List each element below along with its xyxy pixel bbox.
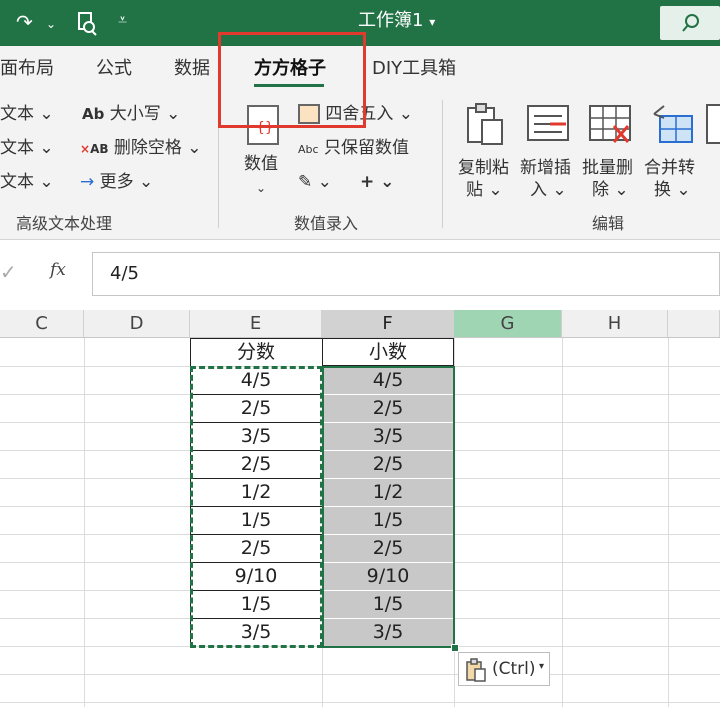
redo-icon[interactable]: ↷ (16, 12, 33, 32)
paste-dropdown-icon: ▾ (539, 661, 545, 672)
clipboard-icon (466, 658, 486, 682)
tab-page-layout[interactable]: 面布局 (0, 58, 54, 80)
merge-convert-label-2-wrap: 换 ⌄ (654, 180, 691, 200)
window-title-text: 工作簿1 (358, 10, 424, 31)
column-header-next[interactable] (668, 310, 720, 338)
header-cell-decimal[interactable]: 小数 (322, 338, 454, 366)
confirm-icon[interactable]: ✓ (0, 260, 17, 284)
copy-paste-button[interactable]: 复制粘 贴 ⌄ (456, 96, 516, 200)
more-label: 更多 (99, 172, 134, 192)
merge-convert-label-1: 合并转 (644, 158, 695, 178)
tab-data[interactable]: 数据 (174, 58, 210, 80)
formula-buttons: ✓ fx (0, 252, 88, 294)
tab-diy-toolbox[interactable]: DIY工具箱 (372, 58, 456, 80)
grid-line (0, 674, 720, 675)
remove-space-icon: ×AB (80, 142, 109, 156)
selection-border (322, 366, 455, 648)
text-menu-2-label: 文本 (0, 138, 34, 158)
print-preview-icon[interactable] (76, 12, 98, 39)
text-menu-1[interactable]: 文本 ⌄ (0, 104, 54, 124)
tab-formulas[interactable]: 公式 (96, 58, 132, 80)
group-label-number: 数值录入 (294, 214, 359, 233)
column-header-c[interactable]: C (0, 310, 84, 338)
redo-dropdown-icon[interactable]: ⌄ (46, 14, 56, 34)
header-cell-fraction[interactable]: 分数 (190, 338, 322, 366)
formula-value: 4/5 (110, 263, 139, 284)
window-title: 工作簿1 ▾ (358, 10, 435, 33)
search-icon (682, 14, 699, 32)
batch-delete-label-2: 除 (592, 180, 609, 200)
edit-icon-button[interactable]: ✎ ⌄ (298, 172, 332, 192)
fill-handle[interactable] (451, 644, 459, 652)
highlight-box (218, 32, 366, 128)
column-header-e[interactable]: E (190, 310, 322, 338)
batch-delete-label-2-wrap: 除 ⌄ (592, 180, 629, 200)
merge-convert-icon (653, 105, 693, 143)
ribbon-separator (442, 100, 443, 228)
merge-convert-label-2: 换 (654, 180, 671, 200)
formula-input[interactable] (92, 252, 720, 296)
value-dropdown-icon: ⌄ (256, 181, 267, 195)
change-case-label: 大小写 (109, 104, 161, 124)
add-button[interactable]: + ⌄ (360, 172, 394, 192)
value-label: 数值 (244, 154, 278, 174)
edit-table-icon: ✎ (298, 172, 313, 192)
change-case-button[interactable]: Ab 大小写 ⌄ (82, 104, 180, 124)
remove-space-button[interactable]: ×AB 删除空格 ⌄ (80, 138, 202, 159)
text-menu-3-label: 文本 (0, 172, 34, 192)
customize-toolbar-icon[interactable]: ⩡ (118, 10, 127, 30)
insert-label-1: 新增插 (520, 158, 571, 178)
paste-icon (467, 103, 503, 145)
column-header-f[interactable]: F (322, 310, 454, 338)
remove-space-label: 删除空格 (113, 138, 182, 158)
insert-function-icon[interactable]: fx (50, 260, 66, 280)
keep-value-button[interactable]: Abc 只保留数值 (298, 138, 409, 160)
column-header-g[interactable]: G (454, 310, 562, 338)
text-menu-3[interactable]: 文本 ⌄ (0, 172, 54, 192)
abc-icon: Abc (298, 143, 319, 156)
search-button[interactable] (660, 6, 720, 40)
group-label-text: 高级文本处理 (16, 214, 113, 233)
text-menu-1-label: 文本 (0, 104, 34, 124)
copy-paste-label-2: 贴 (466, 180, 483, 200)
batch-delete-button[interactable]: 批量删 除 ⌄ (580, 96, 640, 200)
arrow-right-icon: → (80, 172, 95, 192)
more-button[interactable]: → 更多 ⌄ (80, 172, 153, 192)
insert-label-2-wrap: 入 ⌄ (530, 180, 567, 200)
title-dropdown-icon[interactable]: ▾ (429, 15, 435, 29)
more-tools-icon[interactable] (706, 104, 720, 144)
column-header-h[interactable]: H (562, 310, 668, 338)
case-icon: Ab (82, 105, 105, 123)
insert-button[interactable]: 新增插 入 ⌄ (518, 96, 578, 200)
group-label-edit: 编辑 (592, 214, 625, 233)
copy-paste-label-2-wrap: 贴 ⌄ (466, 180, 503, 200)
copy-paste-label-1: 复制粘 (458, 158, 509, 178)
text-menu-2[interactable]: 文本 ⌄ (0, 138, 54, 158)
column-header-d[interactable]: D (84, 310, 190, 338)
delete-grid-icon (589, 105, 631, 143)
copy-marquee (190, 366, 323, 648)
insert-icon (527, 105, 569, 141)
merge-convert-button[interactable]: 合并转 换 ⌄ (642, 96, 702, 200)
keep-value-label: 只保留数值 (323, 138, 409, 158)
paste-options-label: (Ctrl) (492, 659, 536, 679)
batch-delete-label-1: 批量删 (582, 158, 633, 178)
plus-icon: + (360, 172, 375, 192)
grid-line (0, 702, 720, 703)
insert-label-2: 入 (530, 180, 547, 200)
